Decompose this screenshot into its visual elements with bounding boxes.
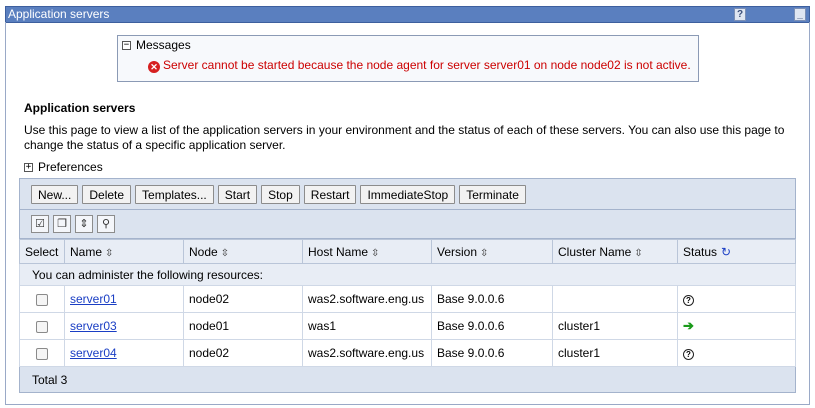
restart-button[interactable]: Restart [303, 185, 357, 204]
preferences-label: Preferences [38, 160, 103, 174]
total-row: Total 3 [19, 366, 796, 393]
toolbar-divider [20, 209, 795, 210]
error-text: Server cannot be started because the nod… [163, 58, 691, 72]
preferences-toggle[interactable]: + Preferences [24, 160, 103, 174]
portlet-title: Application servers [8, 7, 110, 21]
new-button[interactable]: New... [31, 185, 79, 204]
row-checkbox[interactable] [36, 320, 48, 333]
stop-button[interactable]: Stop [261, 185, 300, 204]
table-row: server03 node01 was1 Base 9.0.0.6 cluste… [19, 312, 796, 340]
templates-button[interactable]: Templates... [135, 185, 214, 204]
row-checkbox[interactable] [36, 347, 48, 360]
portlet-titlebar: Application servers ? _ [5, 6, 810, 23]
start-button[interactable]: Start [217, 185, 258, 204]
select-all-icon[interactable]: ☑ [31, 215, 49, 233]
col-host[interactable]: Host Name ⇳ [302, 239, 432, 264]
messages-header-label: Messages [136, 38, 191, 52]
status-unknown-icon: ? [683, 295, 694, 306]
messages-box: − Messages ✕ Server cannot be started beca… [117, 35, 699, 82]
sort-icon[interactable]: ⇳ [634, 248, 642, 259]
delete-button[interactable]: Delete [82, 185, 132, 204]
info-row: You can administer the following resourc… [19, 263, 796, 286]
expand-icon[interactable]: + [24, 163, 33, 173]
section-title: Application servers [24, 101, 136, 115]
col-cluster[interactable]: Cluster Name ⇳ [552, 239, 678, 264]
row-checkbox[interactable] [36, 293, 48, 306]
server-link[interactable]: server01 [70, 292, 117, 306]
action-buttons: New... Delete Templates... Start Stop Re… [31, 185, 526, 204]
collapse-icon[interactable]: − [122, 41, 131, 51]
server-link[interactable]: server04 [70, 346, 117, 360]
immediate-stop-button[interactable]: ImmediateStop [360, 185, 456, 204]
messages-header[interactable]: − Messages [122, 38, 191, 52]
col-select: Select [19, 239, 65, 264]
sort-icon[interactable]: ⇳ [221, 248, 229, 259]
help-icon[interactable]: ? [734, 8, 746, 21]
table-tools: ☑ ❐ ⇕ ⚲ [31, 215, 115, 233]
sort-icon[interactable]: ⇳ [371, 248, 379, 259]
minimize-icon[interactable]: _ [794, 8, 806, 21]
sort-icon[interactable]: ⇳ [105, 248, 113, 259]
servers-table: Select Name ⇳ Node ⇳ Host Name ⇳ Version ⇳ C… [19, 239, 796, 393]
server-link[interactable]: server03 [70, 319, 117, 333]
section-description: Use this page to view a list of the appl… [24, 123, 785, 152]
show-filter-icon[interactable]: ⇕ [75, 215, 93, 233]
sort-icon[interactable]: ⇳ [480, 248, 488, 259]
status-unknown-icon: ? [683, 349, 694, 360]
clear-filter-icon[interactable]: ⚲ [97, 215, 115, 233]
error-icon: ✕ [148, 61, 160, 73]
col-name[interactable]: Name ⇳ [64, 239, 184, 264]
toolbar: New... Delete Templates... Start Stop Re… [19, 178, 796, 239]
status-started-icon: ➔ [683, 318, 694, 333]
col-version[interactable]: Version ⇳ [431, 239, 553, 264]
refresh-icon[interactable]: ↻ [721, 245, 731, 259]
deselect-all-icon[interactable]: ❐ [53, 215, 71, 233]
col-status[interactable]: Status ↻ [677, 239, 796, 264]
table-row: server04 node02 was2.software.eng.us Bas… [19, 339, 796, 367]
table-row: server01 node02 was2.software.eng.us Bas… [19, 285, 796, 313]
terminate-button[interactable]: Terminate [459, 185, 526, 204]
col-node[interactable]: Node ⇳ [183, 239, 303, 264]
error-message: ✕ Server cannot be started because the no… [148, 58, 691, 73]
